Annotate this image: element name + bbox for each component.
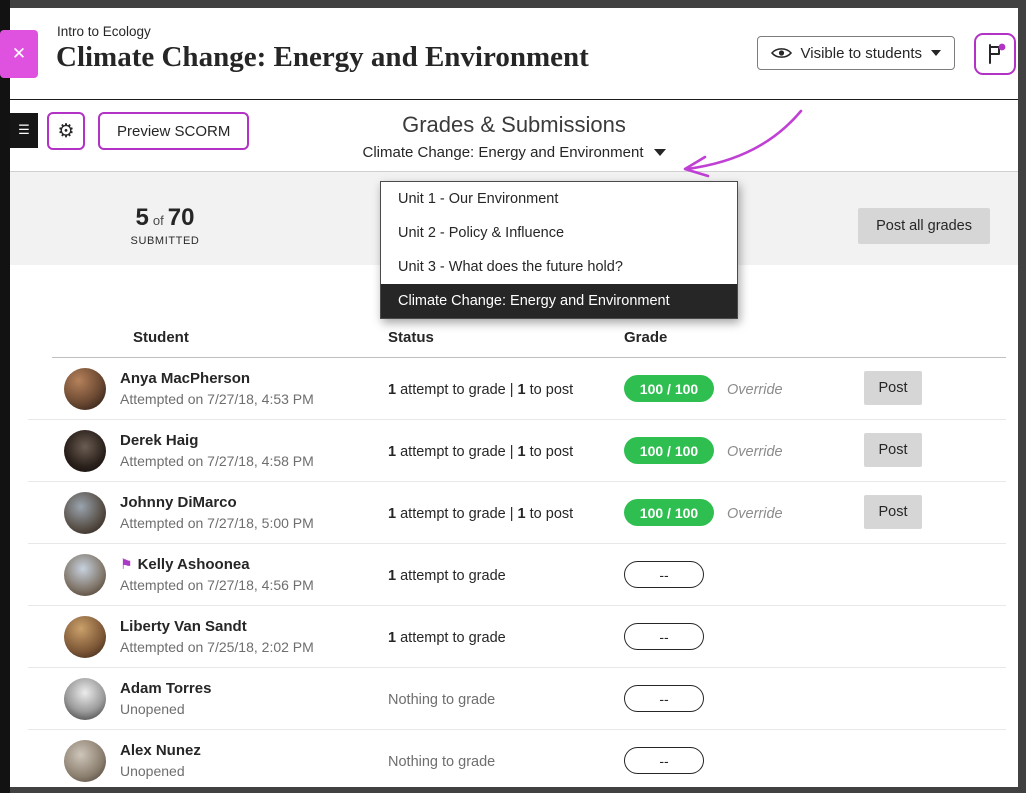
eye-icon xyxy=(771,46,792,60)
student-name: Alex Nunez xyxy=(120,742,201,759)
toolbar-center: Grades & Submissions Climate Change: Ene… xyxy=(10,100,1018,172)
grade-pill[interactable]: -- xyxy=(624,561,704,588)
submitted-counter: 5 of 70 SUBMITTED xyxy=(105,204,225,247)
status-text: 1 attempt to grade | 1 to post xyxy=(388,382,573,398)
content-menu: Unit 1 - Our Environment Unit 2 - Policy… xyxy=(380,181,738,319)
visibility-label: Visible to students xyxy=(801,45,922,62)
student-name: ⚑Kelly Ashoonea xyxy=(120,556,314,573)
menu-item-climate-change-selected[interactable]: Climate Change: Energy and Environment xyxy=(381,284,737,318)
post-button[interactable]: Post xyxy=(864,495,922,529)
grade-pill[interactable]: -- xyxy=(624,623,704,650)
avatar xyxy=(64,554,106,596)
grade-pill[interactable]: -- xyxy=(624,747,704,774)
student-name: Johnny DiMarco xyxy=(120,494,314,511)
grades-table: Student Status Grade Anya MacPherson Att… xyxy=(10,265,1018,787)
flag-activity-icon xyxy=(983,42,1007,66)
submitted-label: SUBMITTED xyxy=(105,235,225,247)
avatar xyxy=(64,430,106,472)
attempt-detail: Attempted on 7/27/18, 5:00 PM xyxy=(120,515,314,531)
avatar xyxy=(64,740,106,782)
status-text: 1 attempt to grade xyxy=(388,568,506,584)
avatar xyxy=(64,492,106,534)
menu-item-unit2[interactable]: Unit 2 - Policy & Influence xyxy=(381,216,737,250)
of-label: of xyxy=(153,213,164,228)
status-text: Nothing to grade xyxy=(388,754,495,770)
menu-item-unit3[interactable]: Unit 3 - What does the future hold? xyxy=(381,250,737,284)
close-icon: ✕ xyxy=(12,44,26,64)
table-row-derek[interactable]: Derek Haig Attempted on 7/27/18, 4:58 PM… xyxy=(10,420,1018,482)
status-text: Nothing to grade xyxy=(388,692,495,708)
attempt-detail: Attempted on 7/27/18, 4:53 PM xyxy=(120,391,314,407)
override-label: Override xyxy=(727,444,783,460)
table-rows: Anya MacPherson Attempted on 7/27/18, 4:… xyxy=(10,358,1018,787)
visibility-button[interactable]: Visible to students xyxy=(757,36,955,70)
column-student: Student xyxy=(133,329,189,346)
post-all-grades-button[interactable]: Post all grades xyxy=(858,208,990,244)
content-picker-dropdown[interactable]: Climate Change: Energy and Environment xyxy=(363,144,666,161)
override-label: Override xyxy=(727,506,783,522)
grade-pill[interactable]: 100 / 100 xyxy=(624,375,714,402)
avatar xyxy=(64,368,106,410)
column-status: Status xyxy=(388,329,434,346)
page-header: Intro to Ecology Climate Change: Energy … xyxy=(10,8,1018,100)
notification-dot xyxy=(999,44,1006,51)
total-count: 70 xyxy=(168,204,195,231)
chevron-down-icon xyxy=(931,50,941,56)
collapsed-nav-rail xyxy=(0,0,10,793)
attempt-detail: Attempted on 7/27/18, 4:58 PM xyxy=(120,453,314,469)
student-name: Liberty Van Sandt xyxy=(120,618,314,635)
content-panel: Intro to Ecology Climate Change: Energy … xyxy=(10,8,1018,787)
student-name: Derek Haig xyxy=(120,432,314,449)
student-activity-button[interactable] xyxy=(974,33,1016,75)
course-name: Intro to Ecology xyxy=(57,24,151,39)
grade-pill[interactable]: 100 / 100 xyxy=(624,499,714,526)
submitted-count: 5 xyxy=(136,204,149,231)
page-title: Climate Change: Energy and Environment xyxy=(56,41,589,74)
bookmark-flag-icon: ⚑ xyxy=(120,557,133,573)
menu-item-unit1[interactable]: Unit 1 - Our Environment xyxy=(381,182,737,216)
grade-pill[interactable]: -- xyxy=(624,685,704,712)
close-button[interactable]: ✕ xyxy=(0,30,38,78)
attempt-detail: Attempted on 7/25/18, 2:02 PM xyxy=(120,639,314,655)
hamburger-menu-button[interactable]: ☰ xyxy=(10,113,38,148)
post-button[interactable]: Post xyxy=(864,371,922,405)
student-name: Anya MacPherson xyxy=(120,370,314,387)
attempt-detail: Unopened xyxy=(120,701,211,717)
student-name: Adam Torres xyxy=(120,680,211,697)
attempt-detail: Unopened xyxy=(120,763,201,779)
attempt-detail: Attempted on 7/27/18, 4:56 PM xyxy=(120,577,314,593)
avatar xyxy=(64,616,106,658)
table-row-kelly[interactable]: ⚑Kelly Ashoonea Attempted on 7/27/18, 4:… xyxy=(10,544,1018,606)
column-grade: Grade xyxy=(624,329,667,346)
hamburger-icon: ☰ xyxy=(18,123,30,138)
grade-pill[interactable]: 100 / 100 xyxy=(624,437,714,464)
avatar xyxy=(64,678,106,720)
override-label: Override xyxy=(727,382,783,398)
table-row-alex[interactable]: Alex Nunez Unopened Nothing to grade -- xyxy=(10,730,1018,787)
section-title: Grades & Submissions xyxy=(10,112,1018,138)
scorm-toolbar: ⚙ Preview SCORM Grades & Submissions Cli… xyxy=(10,100,1018,172)
table-row-liberty[interactable]: Liberty Van Sandt Attempted on 7/25/18, … xyxy=(10,606,1018,668)
table-header: Student Status Grade xyxy=(10,329,1018,351)
status-text: 1 attempt to grade | 1 to post xyxy=(388,444,573,460)
status-text: 1 attempt to grade xyxy=(388,630,506,646)
table-row-adam[interactable]: Adam Torres Unopened Nothing to grade -- xyxy=(10,668,1018,730)
table-row-johnny[interactable]: Johnny DiMarco Attempted on 7/27/18, 5:0… xyxy=(10,482,1018,544)
chevron-down-icon xyxy=(654,149,666,156)
content-picker-label: Climate Change: Energy and Environment xyxy=(363,144,644,161)
post-button[interactable]: Post xyxy=(864,433,922,467)
table-row-anya[interactable]: Anya MacPherson Attempted on 7/27/18, 4:… xyxy=(10,358,1018,420)
status-text: 1 attempt to grade | 1 to post xyxy=(388,506,573,522)
